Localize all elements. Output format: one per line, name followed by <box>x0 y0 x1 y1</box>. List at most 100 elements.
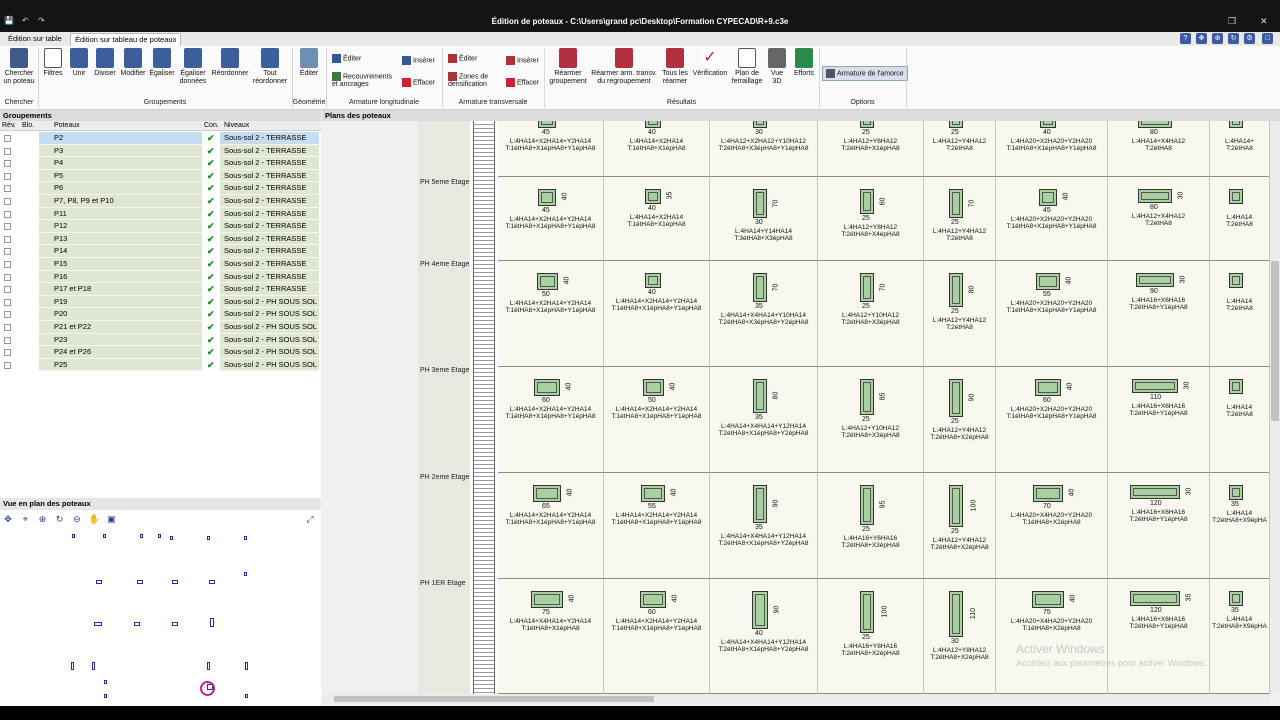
review-checkbox[interactable] <box>4 172 11 180</box>
review-checkbox[interactable] <box>4 223 11 231</box>
maximize-icon[interactable]: □ <box>1262 33 1273 44</box>
vertical-scrollbar[interactable] <box>1270 121 1280 694</box>
col-con[interactable]: Con. <box>204 121 219 131</box>
fit-icon[interactable]: ▣ <box>105 513 117 525</box>
column-schedule-grid[interactable]: PH 5eme Etage PH 4eme Etage PH 3eme Etag… <box>418 121 1270 694</box>
filtres-button[interactable]: Filtres <box>42 48 64 78</box>
review-checkbox[interactable] <box>4 311 11 319</box>
review-checkbox[interactable] <box>4 261 11 268</box>
plan-ferraillage-button[interactable]: Plan de ferraillage <box>730 48 764 86</box>
column-section-cell[interactable]: 80 L:4HA14+X4HA12 T:2étHA8 <box>1108 121 1210 177</box>
column-section-cell[interactable]: 25 100 L:4HA16+Y8HA16 T:2étHA8+X2épHA8 <box>818 579 924 694</box>
plan-column-symbol[interactable] <box>137 580 143 584</box>
table-row[interactable]: P13 ✔ Sous-sol 2 - TERRASSE <box>0 232 321 246</box>
column-section-cell[interactable]: 30 70 L:4HA14+Y14HA14 T:3étHA8+X3épHA8 <box>710 177 818 261</box>
column-section-cell[interactable]: 35 L:4HA14 T:2étHA8+X9épHA <box>1210 579 1270 694</box>
plan-column-symbol[interactable] <box>72 534 75 538</box>
table-row[interactable]: P14 ✔ Sous-sol 2 - TERRASSE <box>0 245 321 258</box>
selected-column-marker[interactable] <box>200 681 215 696</box>
plan-column-symbol[interactable] <box>104 680 107 684</box>
table-row[interactable]: P25 ✔ Sous-sol 2 - PH SOUS SOL 1 <box>0 358 321 372</box>
column-section-cell[interactable]: 60 40 L:4HA20+X2HA20+Y2HA20 T:1étHA8+X1épH… <box>996 367 1108 473</box>
table-row[interactable]: P17 et P18 ✔ Sous-sol 2 - TERRASSE <box>0 283 321 296</box>
armature-amorce-toggle[interactable]: Armature de l'amorce <box>822 66 908 82</box>
pan-icon[interactable]: ✥ <box>2 513 14 525</box>
tout-reordonner-button[interactable]: Tout réordonner <box>252 48 288 86</box>
restore-icon[interactable]: ❐ <box>1228 16 1236 27</box>
zoom-window-icon[interactable]: ⌖ <box>19 513 31 525</box>
modifier-button[interactable]: Modifier <box>120 48 146 78</box>
column-section-cell[interactable]: 40 L:4HA20+X2HA20+Y2HA20 T:1étHA8+X1épHA8… <box>996 121 1108 177</box>
column-section-cell[interactable]: 25 L:4HA12+Y6HA12 T:2étHA8+X1épHA8 <box>818 121 924 177</box>
navigate-icon[interactable]: ✥ <box>1196 33 1207 44</box>
vertical-scroll-thumb[interactable] <box>1271 261 1279 421</box>
plan-column-symbol[interactable] <box>245 694 248 698</box>
zoom-icon[interactable]: ⊕ <box>1212 33 1223 44</box>
geometrie-editer-button[interactable]: Éditer <box>296 48 322 78</box>
plan-column-symbol[interactable] <box>244 572 247 576</box>
review-checkbox[interactable] <box>4 349 11 357</box>
column-section-cell[interactable]: L:4HA14 T:2étHA8 <box>1210 177 1270 261</box>
column-section-cell[interactable]: 110 30 L:4HA16+X6HA16 T:2étHA8+Y1épHA8 <box>1108 367 1210 473</box>
column-section-cell[interactable]: 30 110 L:4HA12+Y8HA12 T:2étHA8+X2épHA8 <box>924 579 996 694</box>
rearmer-transv-button[interactable]: Réarmer arm. transv. du regroupement <box>590 48 658 86</box>
rearmer-groupement-button[interactable]: Réarmer groupement <box>548 48 588 86</box>
column-section-cell[interactable]: 40 L:4HA14+X2HA14+Y2HA14 T:1étHA8+X1épHA8… <box>604 261 710 367</box>
vue-3d-button[interactable]: Vue 3D <box>766 48 788 86</box>
table-row[interactable]: P11 ✔ Sous-sol 2 - TERRASSE <box>0 207 321 221</box>
long-editer-button[interactable]: Éditer <box>332 54 361 63</box>
column-section-cell[interactable]: 35 70 L:4HA14+X4HA14+Y10HA14 T:2étHA8+X3ép… <box>710 261 818 367</box>
column-section-cell[interactable]: L:4HA14 T:2étHA8 <box>1210 261 1270 367</box>
review-checkbox[interactable] <box>4 160 11 168</box>
column-section-cell[interactable]: 35 80 L:4HA14+X4HA14+Y12HA14 T:2étHA8+X1ép… <box>710 367 818 473</box>
plan-column-symbol[interactable] <box>94 622 102 626</box>
column-section-cell[interactable]: 75 40 L:4HA14+X4HA14+Y2HA14 T:1étHA8+X1épH… <box>498 579 604 694</box>
plan-column-symbol[interactable] <box>103 534 106 538</box>
column-section-cell[interactable]: 25 95 L:4HA16+Y6HA16 T:2étHA8+X3épHA8 <box>818 473 924 579</box>
review-checkbox[interactable] <box>4 361 11 369</box>
column-section-cell[interactable]: 40 35 L:4HA14+X2HA14 T:1étHA8+X1épHA8 <box>604 177 710 261</box>
review-checkbox[interactable] <box>4 336 11 344</box>
tous-rearmer-button[interactable]: Tous les réarmer <box>660 48 690 86</box>
plan-column-symbol[interactable] <box>71 662 74 670</box>
review-checkbox[interactable] <box>4 210 11 218</box>
column-section-cell[interactable]: 55 40 L:4HA14+X2HA14+Y2HA14 T:1étHA8+X1épH… <box>604 473 710 579</box>
table-row[interactable]: P21 et P22 ✔ Sous-sol 2 - PH SOUS SOL 1 <box>0 321 321 334</box>
plan-column-symbol[interactable] <box>96 580 102 584</box>
column-section-cell[interactable]: 45 L:4HA14+X2HA14+Y2HA14 T:1étHA8+X1épHA8… <box>498 121 604 177</box>
column-section-cell[interactable]: 60 40 L:4HA14+X2HA14+Y2HA14 T:1étHA8+X1épH… <box>498 367 604 473</box>
zones-densification-button[interactable]: Zones de densification <box>448 72 488 89</box>
plan-column-symbol[interactable] <box>244 536 247 540</box>
plan-column-symbol[interactable] <box>207 536 210 540</box>
table-row[interactable]: P7, P8, P9 et P10 ✔ Sous-sol 2 - TERRASSE <box>0 195 321 208</box>
tab-edition-sur-table[interactable]: Édition sur table <box>4 33 66 46</box>
horizontal-scrollbar[interactable] <box>322 694 1270 704</box>
plan-column-symbol[interactable] <box>158 534 161 538</box>
plan-column-symbol[interactable] <box>172 580 178 584</box>
column-section-cell[interactable]: 35 90 L:4HA14+X4HA14+Y12HA14 T:2étHA8+X1ép… <box>710 473 818 579</box>
col-niveaux[interactable]: Niveaux <box>224 121 249 131</box>
column-section-cell[interactable]: 25 70 L:4HA12+Y10HA12 T:2étHA8+X3épHA8 <box>818 261 924 367</box>
review-checkbox[interactable] <box>4 273 11 281</box>
table-row[interactable]: P3 ✔ Sous-sol 2 - TERRASSE <box>0 144 321 158</box>
review-checkbox[interactable] <box>4 248 11 256</box>
review-checkbox[interactable] <box>4 235 11 243</box>
table-row[interactable]: P20 ✔ Sous-sol 2 - PH SOUS SOL 1 <box>0 308 321 321</box>
long-inserer-button[interactable]: Insérer <box>402 56 435 65</box>
diviser-button[interactable]: Diviser <box>93 48 117 78</box>
hand-icon[interactable]: ✋ <box>88 513 100 525</box>
table-row[interactable]: P23 ✔ Sous-sol 2 - PH SOUS SOL 1 <box>0 333 321 347</box>
column-section-cell[interactable]: 25 70 L:4HA12+Y4HA12 T:2étHA8 <box>924 177 996 261</box>
column-section-cell[interactable]: 60 40 L:4HA14+X2HA14+Y2HA14 T:1étHA8+X1épH… <box>604 579 710 694</box>
column-section-cell[interactable]: 75 40 L:4HA20+X4HA20+Y2HA20 T:1étHA8+X2épH… <box>996 579 1108 694</box>
column-section-cell[interactable]: 70 40 L:4HA20+X4HA20+Y2HA20 T:1étHA8+X2épH… <box>996 473 1108 579</box>
close-icon[interactable]: ✕ <box>1260 16 1268 27</box>
plan-column-symbol[interactable] <box>104 694 107 698</box>
review-checkbox[interactable] <box>4 147 11 155</box>
column-section-cell[interactable]: L:4HA14 T:2étHA8 <box>1210 367 1270 473</box>
review-checkbox[interactable] <box>4 324 11 331</box>
table-row[interactable]: P4 ✔ Sous-sol 2 - TERRASSE <box>0 157 321 170</box>
plan-column-symbol[interactable] <box>245 662 248 670</box>
column-section-cell[interactable]: 25 60 L:4HA12+Y8HA12 T:2étHA8+X4épHA8 <box>818 177 924 261</box>
refresh-view-icon[interactable]: ↻ <box>54 513 66 525</box>
